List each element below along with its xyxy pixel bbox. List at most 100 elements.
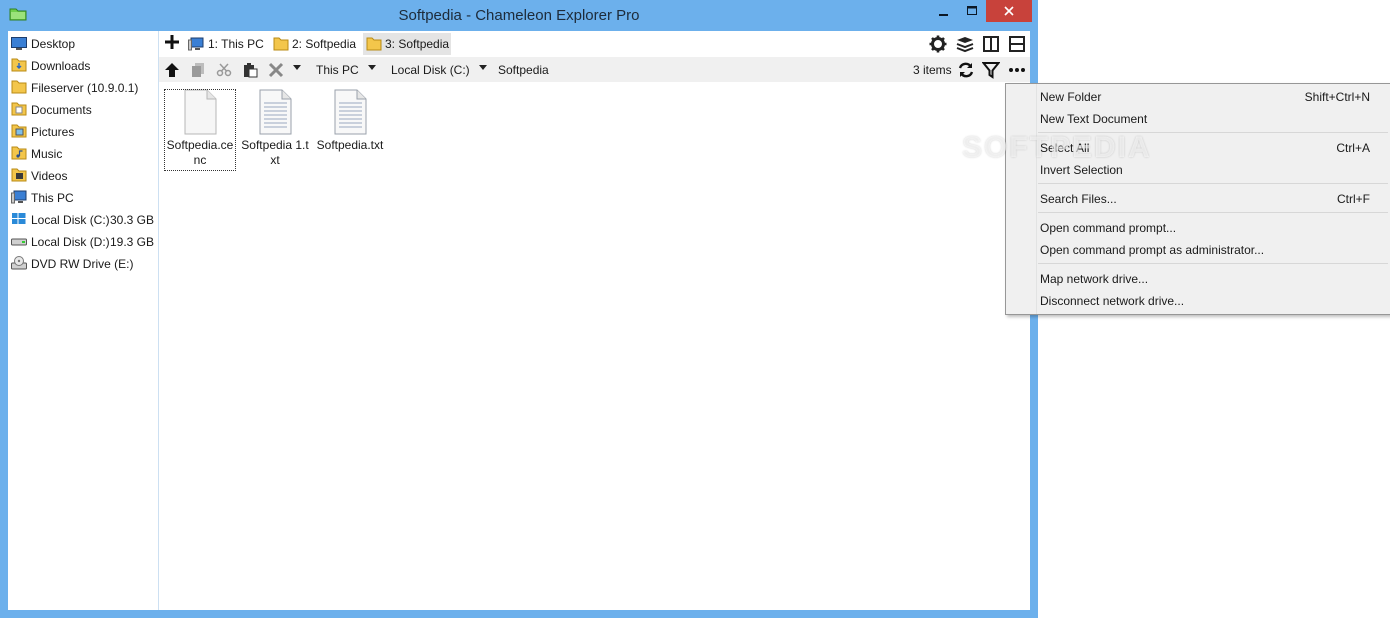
menu-item-map-network-drive[interactable]: Map network drive... bbox=[1006, 267, 1390, 289]
tab-softpedia-3[interactable]: 3: Softpedia bbox=[363, 33, 451, 55]
cut-icon bbox=[216, 63, 232, 77]
minimize-button[interactable] bbox=[930, 0, 958, 22]
menu-item-open-command-prompt-admin[interactable]: Open command prompt as administrator... bbox=[1006, 238, 1390, 260]
sidebar-item-label: Music bbox=[31, 147, 63, 161]
copy-icon bbox=[192, 63, 204, 77]
file-item[interactable]: Softpedia.txt bbox=[314, 89, 386, 153]
sidebar-item-videos[interactable]: Videos bbox=[8, 164, 158, 186]
maximize-button[interactable] bbox=[958, 0, 986, 22]
tab-label: 3: Softpedia bbox=[385, 37, 450, 51]
tab-softpedia-2[interactable]: 2: Softpedia bbox=[273, 33, 356, 55]
sidebar-item-downloads[interactable]: Downloads bbox=[8, 54, 158, 76]
sidebar-item-label: Pictures bbox=[31, 125, 75, 139]
sidebar-item-local-disk-d[interactable]: Local Disk (D:) 19.3 GB bbox=[8, 230, 158, 252]
title-bar[interactable]: Softpedia - Chameleon Explorer Pro bbox=[0, 0, 1038, 31]
client-area: Desktop Downloads Fileserver (10.9.0.1) … bbox=[8, 31, 1030, 610]
sidebar-item-fileserver[interactable]: Fileserver (10.9.0.1) bbox=[8, 76, 158, 98]
refresh-icon bbox=[958, 62, 974, 78]
copy-button[interactable] bbox=[188, 60, 208, 80]
text-file-icon bbox=[334, 89, 367, 135]
split-horizontal-button[interactable] bbox=[1007, 34, 1027, 54]
menu-item-label: New Text Document bbox=[1040, 112, 1148, 126]
computer-icon bbox=[188, 37, 204, 51]
videos-folder-icon bbox=[11, 168, 27, 182]
sidebar-item-dvd-drive[interactable]: DVD RW Drive (E:) bbox=[8, 252, 158, 274]
layers-button[interactable] bbox=[955, 34, 975, 54]
add-tab-button[interactable] bbox=[163, 34, 181, 52]
more-button[interactable] bbox=[1007, 60, 1027, 80]
settings-button[interactable] bbox=[928, 34, 948, 54]
menu-item-label: Map network drive... bbox=[1040, 272, 1149, 286]
delete-dropdown-caret[interactable] bbox=[293, 65, 301, 70]
sidebar-item-local-disk-c[interactable]: Local Disk (C:) 30.3 GB bbox=[8, 208, 158, 230]
file-item[interactable]: Softpedia.ce nc bbox=[164, 89, 236, 171]
folder-icon bbox=[366, 37, 382, 51]
path-toolbar: This PC Local Disk (C:) Softpedia 3 item… bbox=[159, 57, 1030, 82]
text-file-icon bbox=[259, 89, 292, 135]
filter-button[interactable] bbox=[981, 60, 1001, 80]
more-icon bbox=[1009, 68, 1025, 72]
breadcrumb-caret-icon[interactable] bbox=[368, 65, 376, 70]
sidebar-item-label: Desktop bbox=[31, 37, 76, 51]
close-icon bbox=[1004, 6, 1014, 16]
file-list-area[interactable]: Softpedia.ce nc Softpedia 1.txt Softpedi… bbox=[159, 82, 1030, 610]
file-item[interactable]: Softpedia 1.txt bbox=[239, 89, 311, 168]
tab-bar: 1: This PC 2: Softpedia 3: Softpedia bbox=[159, 31, 1030, 56]
settings-icon bbox=[929, 35, 947, 53]
menu-separator bbox=[1038, 212, 1388, 213]
menu-item-label: Open command prompt as administrator... bbox=[1040, 243, 1265, 257]
menu-item-shortcut: Shift+Ctrl+N bbox=[1304, 90, 1370, 104]
sidebar-item-documents[interactable]: Documents bbox=[8, 98, 158, 120]
folder-icon bbox=[273, 37, 289, 51]
sidebar-item-pictures[interactable]: Pictures bbox=[8, 120, 158, 142]
menu-separator bbox=[1038, 263, 1388, 264]
file-name: Softpedia 1.txt bbox=[241, 138, 309, 167]
tab-label: 1: This PC bbox=[208, 37, 264, 51]
close-button[interactable] bbox=[986, 0, 1032, 22]
context-menu: New Folder Shift+Ctrl+N New Text Documen… bbox=[1005, 83, 1390, 315]
pictures-folder-icon bbox=[11, 124, 27, 138]
menu-item-new-folder[interactable]: New Folder Shift+Ctrl+N bbox=[1006, 85, 1390, 107]
minimize-icon bbox=[939, 14, 948, 16]
downloads-folder-icon bbox=[11, 58, 27, 72]
drive-icon bbox=[11, 238, 27, 246]
desktop-icon bbox=[11, 37, 27, 50]
documents-folder-icon bbox=[11, 102, 27, 116]
split-vertical-button[interactable] bbox=[981, 34, 1001, 54]
menu-item-disconnect-network-drive[interactable]: Disconnect network drive... bbox=[1006, 289, 1390, 311]
up-button[interactable] bbox=[162, 60, 182, 80]
menu-item-new-text-document[interactable]: New Text Document bbox=[1006, 107, 1390, 129]
navigation-sidebar: Desktop Downloads Fileserver (10.9.0.1) … bbox=[8, 31, 159, 610]
refresh-button[interactable] bbox=[956, 60, 976, 80]
menu-item-open-command-prompt[interactable]: Open command prompt... bbox=[1006, 216, 1390, 238]
file-name: Softpedia.txt bbox=[316, 138, 384, 152]
tab-this-pc[interactable]: 1: This PC bbox=[187, 33, 264, 55]
menu-item-shortcut: Ctrl+F bbox=[1337, 192, 1370, 206]
delete-button[interactable] bbox=[266, 60, 286, 80]
sidebar-item-label: DVD RW Drive (E:) bbox=[31, 257, 134, 271]
menu-item-search-files[interactable]: Search Files... Ctrl+F bbox=[1006, 187, 1390, 209]
sidebar-item-label: Downloads bbox=[31, 59, 91, 73]
sidebar-item-music[interactable]: Music bbox=[8, 142, 158, 164]
breadcrumb-softpedia[interactable]: Softpedia bbox=[498, 63, 549, 77]
breadcrumb-caret-icon[interactable] bbox=[479, 65, 487, 70]
breadcrumb-this-pc[interactable]: This PC bbox=[316, 63, 359, 77]
plus-icon bbox=[165, 35, 179, 49]
split-horizontal-icon bbox=[1009, 36, 1025, 52]
watermark: SOFTPEDIA bbox=[962, 131, 1152, 164]
menu-separator bbox=[1038, 183, 1388, 184]
maximize-icon bbox=[966, 6, 977, 15]
sidebar-item-this-pc[interactable]: This PC bbox=[8, 186, 158, 208]
sidebar-item-label: This PC bbox=[31, 191, 74, 205]
breadcrumb-local-disk-c[interactable]: Local Disk (C:) bbox=[391, 63, 470, 77]
dvd-drive-icon bbox=[11, 256, 27, 270]
computer-icon bbox=[11, 190, 27, 204]
menu-item-label: Open command prompt... bbox=[1040, 221, 1177, 235]
sidebar-item-label: Documents bbox=[31, 103, 92, 117]
sidebar-item-desktop[interactable]: Desktop bbox=[8, 32, 158, 54]
cut-button[interactable] bbox=[214, 60, 234, 80]
paste-button[interactable] bbox=[240, 60, 260, 80]
drive-size: 19.3 GB bbox=[109, 235, 154, 249]
layers-icon bbox=[956, 37, 974, 53]
drive-size: 30.3 GB bbox=[109, 213, 154, 227]
